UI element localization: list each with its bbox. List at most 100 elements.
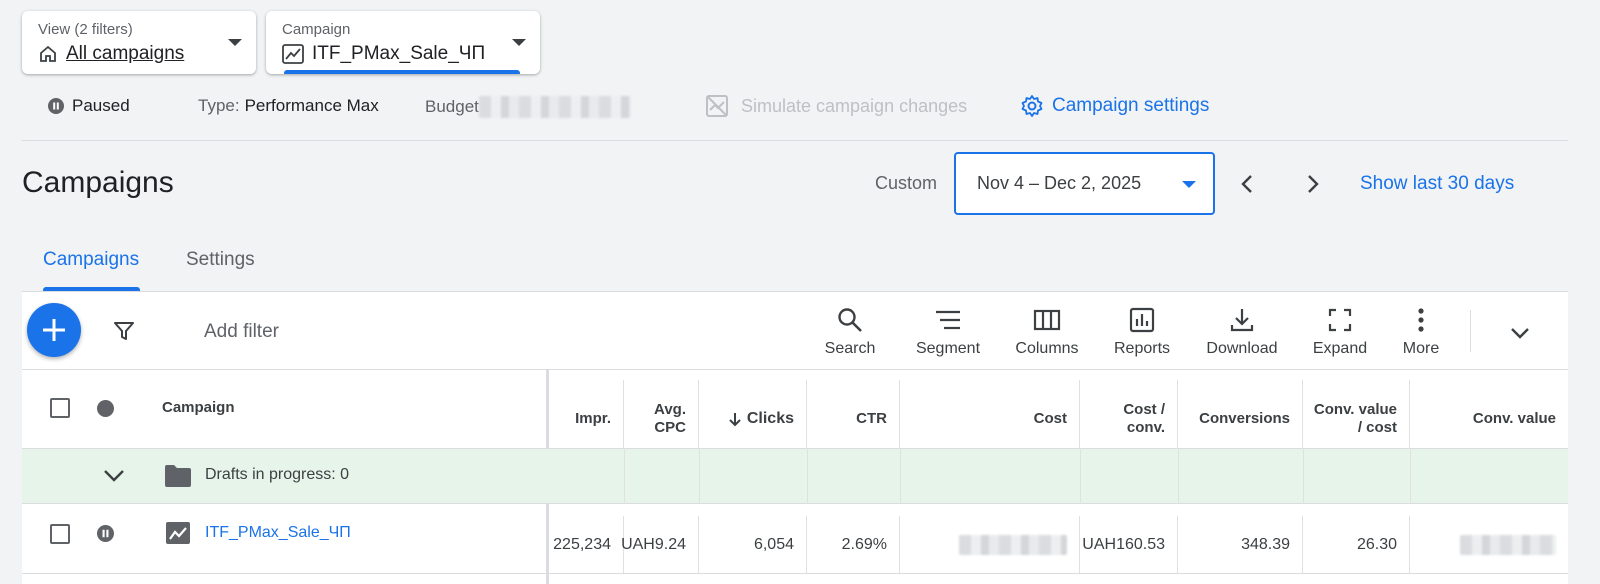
drafts-divider xyxy=(1178,448,1179,504)
cell-conv-value-cost: 26.30 xyxy=(1303,516,1410,574)
date-range-picker[interactable]: Nov 4 – Dec 2, 2025 xyxy=(954,152,1215,215)
show-last-30-days-link[interactable]: Show last 30 days xyxy=(1360,173,1514,195)
status-text: Paused xyxy=(72,96,130,115)
add-campaign-button[interactable] xyxy=(27,303,81,357)
more-button[interactable]: More xyxy=(1381,306,1461,358)
column-header-ctr[interactable]: CTR xyxy=(807,380,900,458)
page-title: Campaigns xyxy=(22,166,174,199)
columns-icon xyxy=(1033,309,1061,331)
cell-ctr: 2.69% xyxy=(807,516,900,574)
drafts-divider xyxy=(699,448,700,504)
cell-impr: 225,234 xyxy=(549,516,624,574)
cell-conversions: 348.39 xyxy=(1178,516,1303,574)
column-header-conv-value-cost[interactable]: Conv. value / cost xyxy=(1303,380,1410,458)
column-header-cost-per-conv[interactable]: Cost / conv. xyxy=(1080,380,1178,458)
expand-icon xyxy=(1328,308,1352,332)
search-icon xyxy=(838,308,862,332)
columns-button[interactable]: Columns xyxy=(1007,306,1087,358)
campaign-selector-value: ITF_PMax_Sale_ЧП xyxy=(282,43,485,65)
download-icon xyxy=(1230,309,1254,332)
home-icon xyxy=(40,45,56,62)
tab-campaigns[interactable]: Campaigns xyxy=(43,249,139,271)
view-selector[interactable]: View (2 filters) All campaigns xyxy=(22,11,256,74)
toolbar-divider xyxy=(1470,310,1471,352)
campaign-status: Paused xyxy=(48,96,130,116)
more-vert-icon xyxy=(1418,308,1424,332)
drafts-divider xyxy=(1410,448,1411,504)
campaign-budget: Budget xyxy=(425,96,631,118)
budget-label: Budget xyxy=(425,97,479,116)
more-label: More xyxy=(1402,340,1440,357)
cell-avg-cpc: UAH9.24 xyxy=(621,516,699,574)
chevron-down-icon xyxy=(512,39,526,46)
cell-clicks: 6,054 xyxy=(699,516,807,574)
chevron-down-icon[interactable] xyxy=(101,462,127,488)
segment-button[interactable]: Segment xyxy=(908,306,988,358)
folder-icon xyxy=(165,465,191,487)
download-label: Download xyxy=(1206,340,1278,357)
header-divider xyxy=(22,140,1568,141)
search-button[interactable]: Search xyxy=(810,306,890,358)
date-mode-label: Custom xyxy=(875,173,938,193)
paused-icon xyxy=(48,98,64,114)
column-header-campaign[interactable]: Campaign xyxy=(162,399,235,416)
type-value: Performance Max xyxy=(244,96,379,115)
simulate-label: Simulate campaign changes xyxy=(741,95,968,116)
row-checkbox[interactable] xyxy=(50,524,70,544)
column-header-avg-cpc[interactable]: Avg. CPC xyxy=(624,380,699,458)
simulate-off-icon xyxy=(706,95,728,117)
tab-settings[interactable]: Settings xyxy=(186,249,255,271)
campaign-selector-label: Campaign xyxy=(282,21,351,38)
simulate-campaign-changes-button: Simulate campaign changes xyxy=(705,94,967,118)
search-label: Search xyxy=(824,340,876,357)
cell-conv-value xyxy=(1410,516,1568,574)
cell-cost-per-conv: UAH160.53 xyxy=(1080,516,1178,574)
reports-icon xyxy=(1129,307,1155,333)
select-all-checkbox[interactable] xyxy=(50,398,70,418)
column-header-conversions[interactable]: Conversions xyxy=(1178,380,1303,458)
paused-icon xyxy=(97,525,114,542)
campaign-name-link[interactable]: ITF_PMax_Sale_ЧП xyxy=(205,524,351,542)
chevron-down-icon xyxy=(228,39,242,46)
arrow-down-icon xyxy=(729,413,741,427)
type-label: Type: xyxy=(198,96,240,115)
chevron-right-icon[interactable] xyxy=(1300,172,1324,196)
drafts-divider xyxy=(1303,448,1304,504)
campaign-settings-link[interactable]: Campaign settings xyxy=(1020,94,1209,118)
campaign-selector-text: ITF_PMax_Sale_ЧП xyxy=(312,43,486,64)
cell-cost xyxy=(900,516,1080,574)
date-range-value: Nov 4 – Dec 2, 2025 xyxy=(977,173,1142,193)
view-selector-text: All campaigns xyxy=(66,43,185,64)
column-header-cost[interactable]: Cost xyxy=(900,380,1080,458)
chevron-down-icon[interactable] xyxy=(1507,320,1533,346)
columns-label: Columns xyxy=(1015,340,1079,357)
reports-label: Reports xyxy=(1113,340,1171,357)
segment-icon xyxy=(936,310,960,330)
pmax-campaign-icon xyxy=(166,522,190,544)
view-selector-label: View (2 filters) xyxy=(38,21,133,38)
add-filter-button[interactable]: Add filter xyxy=(204,321,279,343)
row-bottom-border xyxy=(22,573,1568,574)
campaign-type: Type: Performance Max xyxy=(198,96,379,116)
campaign-selector[interactable]: Campaign ITF_PMax_Sale_ЧП xyxy=(266,11,540,74)
column-header-clicks[interactable]: Clicks xyxy=(699,380,807,458)
download-button[interactable]: Download xyxy=(1202,306,1282,358)
budget-redacted xyxy=(478,96,631,118)
expand-button[interactable]: Expand xyxy=(1300,306,1380,358)
cost-redacted xyxy=(959,535,1067,555)
reports-button[interactable]: Reports xyxy=(1102,306,1182,358)
segment-label: Segment xyxy=(915,340,981,357)
conv-value-redacted xyxy=(1460,535,1556,555)
campaign-selector-indicator xyxy=(284,70,520,74)
pmax-campaign-icon xyxy=(282,44,304,64)
drafts-divider xyxy=(624,448,625,504)
chevron-left-icon[interactable] xyxy=(1236,172,1260,196)
gear-icon xyxy=(1021,95,1043,117)
column-header-conv-value[interactable]: Conv. value xyxy=(1410,380,1568,458)
expand-label: Expand xyxy=(1312,340,1368,357)
campaign-settings-label: Campaign settings xyxy=(1052,95,1210,116)
view-selector-value: All campaigns xyxy=(38,43,184,65)
filter-icon[interactable] xyxy=(112,319,136,343)
status-column-icon xyxy=(97,400,114,417)
column-header-impr[interactable]: Impr. xyxy=(549,380,624,458)
